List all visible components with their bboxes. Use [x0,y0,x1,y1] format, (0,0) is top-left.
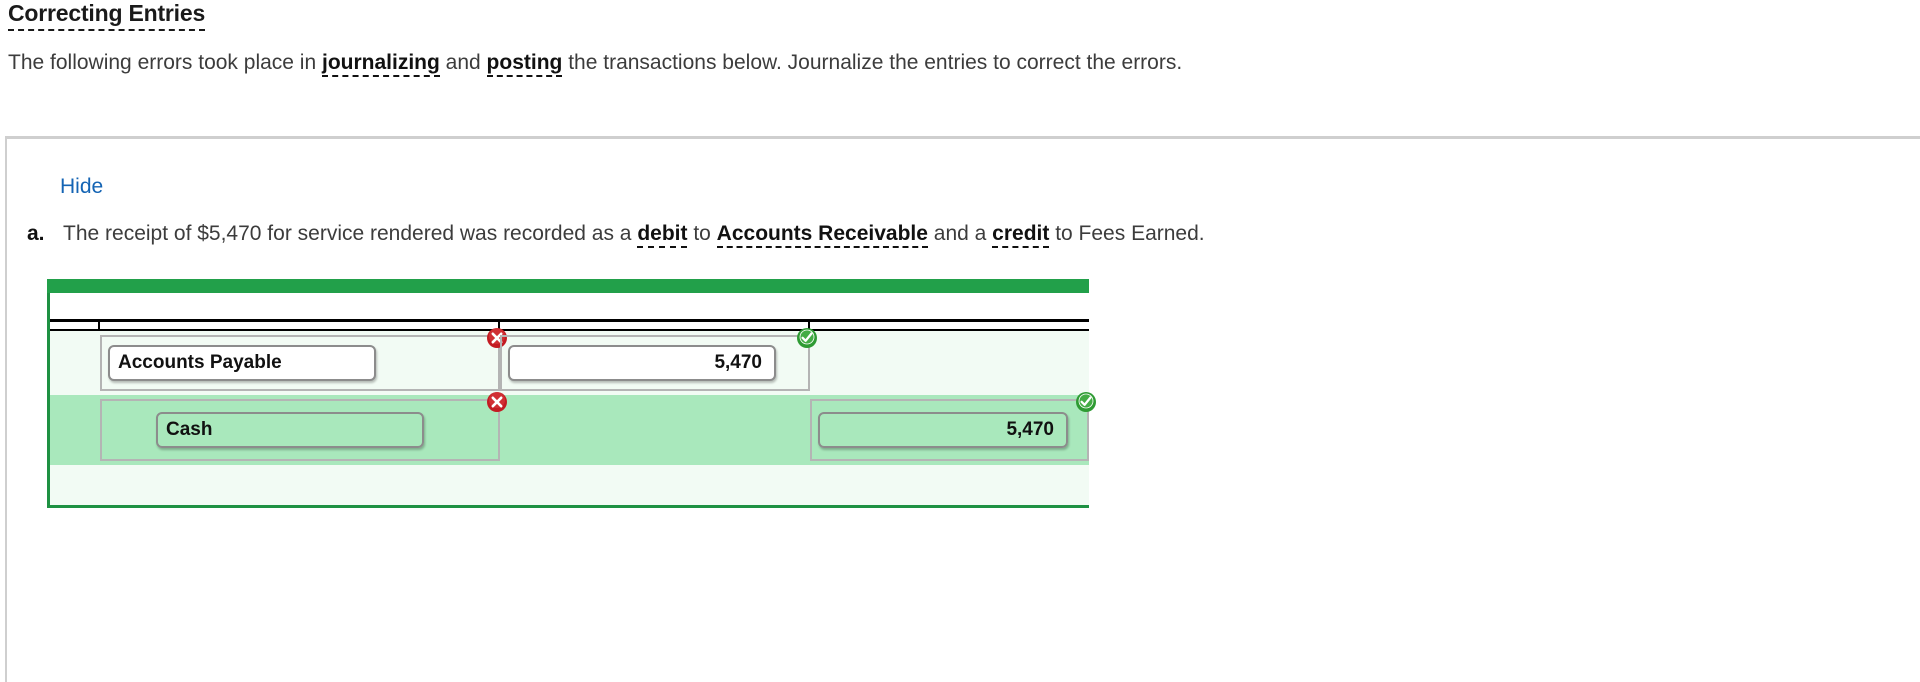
intro-run-4: the transactions below. Journalize the e… [562,51,1183,74]
item-a-run-5: credit [992,222,1050,248]
intro-run-0: The following errors took place in [8,51,322,74]
item-text: The receipt of $5,470 for service render… [63,222,1205,248]
rule-seg-desc [100,322,500,329]
account-cell-box: Accounts Payable [100,328,507,391]
item-marker: a. [27,222,45,245]
debit-input[interactable]: 5,470 [508,345,776,381]
cell-debit [500,465,810,505]
journal-column-header-row [50,293,1089,319]
credit-check-icon [1075,391,1097,413]
item-a-run-6: to Fees Earned. [1049,222,1205,245]
intro-run-1: journalizing [322,51,440,77]
cell-credit [810,331,1089,395]
cell-account [100,465,500,505]
item-a-run-0: The receipt of $5,470 for service render… [63,222,638,245]
question-panel: Hide a. The receipt of $5,470 for service… [5,136,1920,682]
item-a-run-1: debit [637,222,688,248]
cell-debit: 5,470 [500,328,817,395]
item-a-run-2: to [687,222,717,245]
debit-cell-box: 5,470 [500,328,817,391]
question-item-a: a. The receipt of $5,470 for service rend… [27,221,1205,248]
page-title: Correcting Entries [8,0,205,31]
intro-run-3: posting [486,51,563,77]
journal-row: Accounts Payable 5,470 [50,328,1089,395]
account-input[interactable]: Accounts Payable [108,345,376,381]
journal-row: Cash 5,470 [50,392,1096,465]
cell-account: Accounts Payable [100,328,507,395]
journal-row [50,465,1089,505]
account-input[interactable]: Cash [156,412,424,448]
cell-credit [810,465,1089,505]
journal-rows: Accounts Payable 5,470 Cash 5,470 [50,328,1096,505]
cell-date [50,331,100,395]
rule-seg-debit [500,322,810,329]
rule-seg-credit [810,322,1089,329]
journal-header-bar [47,279,1089,293]
account-cell-box: Cash [100,392,507,461]
rule-seg-date [50,322,100,329]
journal-entry-table: Accounts Payable 5,470 Cash 5,470 [47,279,1096,508]
credit-input[interactable]: 5,470 [818,412,1068,448]
item-a-run-4: and a [927,222,993,245]
account-error-icon [486,391,508,413]
cell-credit: 5,470 [810,392,1096,465]
cell-debit [500,395,810,465]
intro-run-2: and [439,51,487,74]
credit-cell-box: 5,470 [810,392,1096,461]
hide-link[interactable]: Hide [60,175,103,199]
cell-date [50,465,100,505]
intro-paragraph: The following errors took place in journ… [8,50,1183,77]
journal-header-rule [50,319,1089,331]
item-a-run-3: Accounts Receivable [716,222,928,248]
cell-account: Cash [100,392,507,465]
debit-check-icon [796,327,818,349]
cell-date [50,395,100,465]
